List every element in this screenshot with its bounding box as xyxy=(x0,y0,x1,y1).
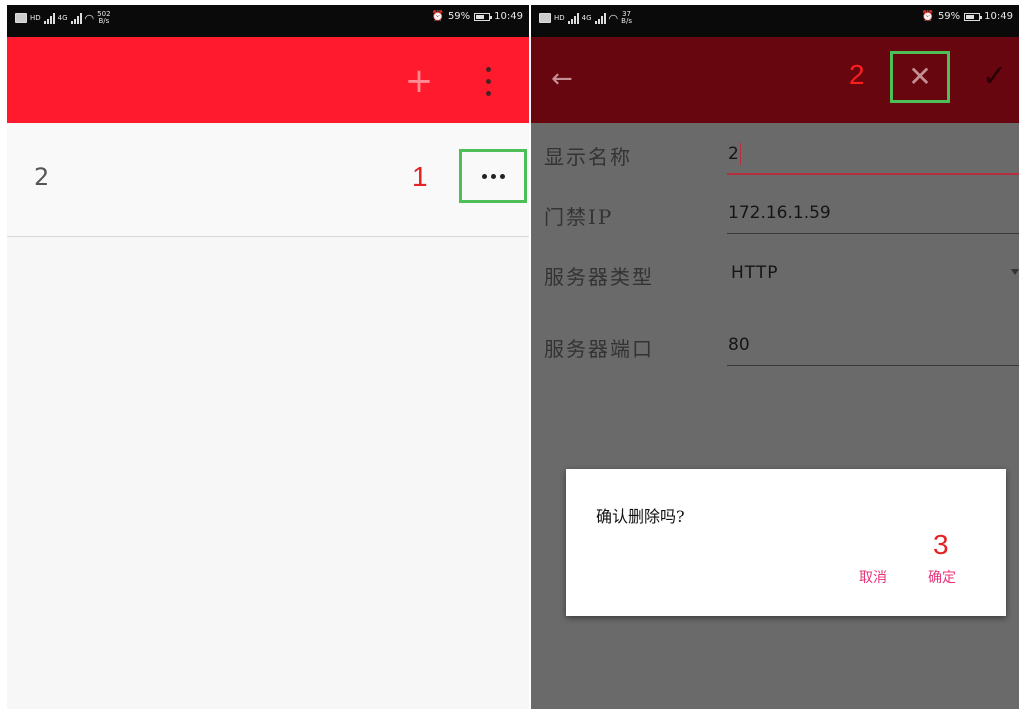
dropdown-arrow-icon xyxy=(1011,269,1019,275)
gate-ip-row: 门禁IP 172.16.1.59 xyxy=(531,189,1019,249)
network-speed: 37 B/s xyxy=(621,10,632,25)
server-port-row: 服务器端口 80 xyxy=(531,321,1019,381)
battery-icon xyxy=(964,12,983,21)
field-underline xyxy=(727,365,1019,366)
add-button[interactable]: + xyxy=(397,59,441,103)
server-type-row: 服务器类型 HTTP xyxy=(531,249,1019,309)
signal-strength-icon xyxy=(43,12,55,24)
display-name-row: 显示名称 2 xyxy=(531,129,1019,189)
display-name-value: 2 xyxy=(728,144,739,164)
plus-icon: + xyxy=(404,61,434,101)
edit-toolbar: ← 2 ✕ ✓ xyxy=(531,37,1019,123)
wifi-icon: ◠ xyxy=(84,11,95,25)
battery-icon xyxy=(474,12,493,21)
status-bar: HD 4G ◠ 37 B/s ⏰ 59% 10:49 xyxy=(531,5,1019,37)
step-marker-2: 2 xyxy=(849,59,865,90)
status-bar-left: HD 4G ◠ 37 B/s xyxy=(539,11,632,25)
confirm-delete-dialog: 确认删除吗? 3 取消 确定 xyxy=(566,469,1006,616)
status-bar-right: ⏰ 59% 10:49 xyxy=(921,11,1013,22)
cancel-button[interactable]: 取消 xyxy=(859,567,887,587)
alarm-icon: ⏰ xyxy=(921,11,934,22)
network-type-label: HD xyxy=(30,13,41,22)
server-port-field[interactable]: 80 xyxy=(728,335,750,355)
signal-strength-icon xyxy=(594,12,606,24)
field-underline xyxy=(727,173,1019,175)
status-bar-left: HD 4G ◠ 502 B/s xyxy=(15,11,111,25)
arrow-left-icon[interactable]: ← xyxy=(551,59,587,99)
text-cursor xyxy=(739,143,741,165)
battery-percent: 59% xyxy=(937,11,961,22)
dialog-message: 确认删除吗? xyxy=(596,507,685,526)
step-marker-3: 3 xyxy=(933,529,949,560)
right-screen: HD 4G ◠ 37 B/s ⏰ 59% 10:49 ← 2 ✕ ✓ 显示名称 … xyxy=(531,5,1019,709)
gate-ip-field[interactable]: 172.16.1.59 xyxy=(728,203,831,223)
display-name-label: 显示名称 xyxy=(544,145,632,169)
server-type-value: HTTP xyxy=(731,263,779,283)
server-type-select[interactable]: HTTP xyxy=(727,261,1019,291)
app-toolbar: + xyxy=(7,37,529,123)
network-type-label: HD xyxy=(554,13,565,22)
more-horizontal-icon[interactable] xyxy=(459,149,527,203)
field-underline xyxy=(727,233,1019,234)
more-vertical-icon[interactable] xyxy=(473,59,503,103)
alarm-icon: ⏰ xyxy=(431,11,444,22)
gate-ip-label: 门禁IP xyxy=(544,205,614,229)
close-icon[interactable]: ✕ xyxy=(890,51,950,103)
network-type-label: 4G xyxy=(57,13,68,22)
list-item-name: 2 xyxy=(34,163,50,191)
network-speed: 502 B/s xyxy=(97,10,111,25)
battery-percent: 59% xyxy=(447,11,471,22)
check-icon[interactable]: ✓ xyxy=(982,57,1019,97)
status-bar-right: ⏰ 59% 10:49 xyxy=(431,11,523,22)
left-screen: HD 4G ◠ 502 B/s ⏰ 59% 10:49 + 2 1 xyxy=(7,5,529,709)
status-bar: HD 4G ◠ 502 B/s ⏰ 59% 10:49 xyxy=(7,5,529,37)
clock: 10:49 xyxy=(984,11,1013,22)
step-marker-1: 1 xyxy=(412,161,428,192)
sim-card-icon xyxy=(539,13,551,23)
network-type-label: 4G xyxy=(581,13,592,22)
server-type-label: 服务器类型 xyxy=(544,265,654,289)
server-port-label: 服务器端口 xyxy=(544,337,654,361)
sim-card-icon xyxy=(15,13,27,23)
display-name-field[interactable]: 2 xyxy=(728,143,741,165)
wifi-icon: ◠ xyxy=(608,11,619,25)
signal-strength-icon xyxy=(567,12,579,24)
clock: 10:49 xyxy=(494,11,523,22)
list-item[interactable]: 2 1 xyxy=(7,123,529,237)
confirm-button[interactable]: 确定 xyxy=(928,567,956,587)
signal-strength-icon xyxy=(70,12,82,24)
